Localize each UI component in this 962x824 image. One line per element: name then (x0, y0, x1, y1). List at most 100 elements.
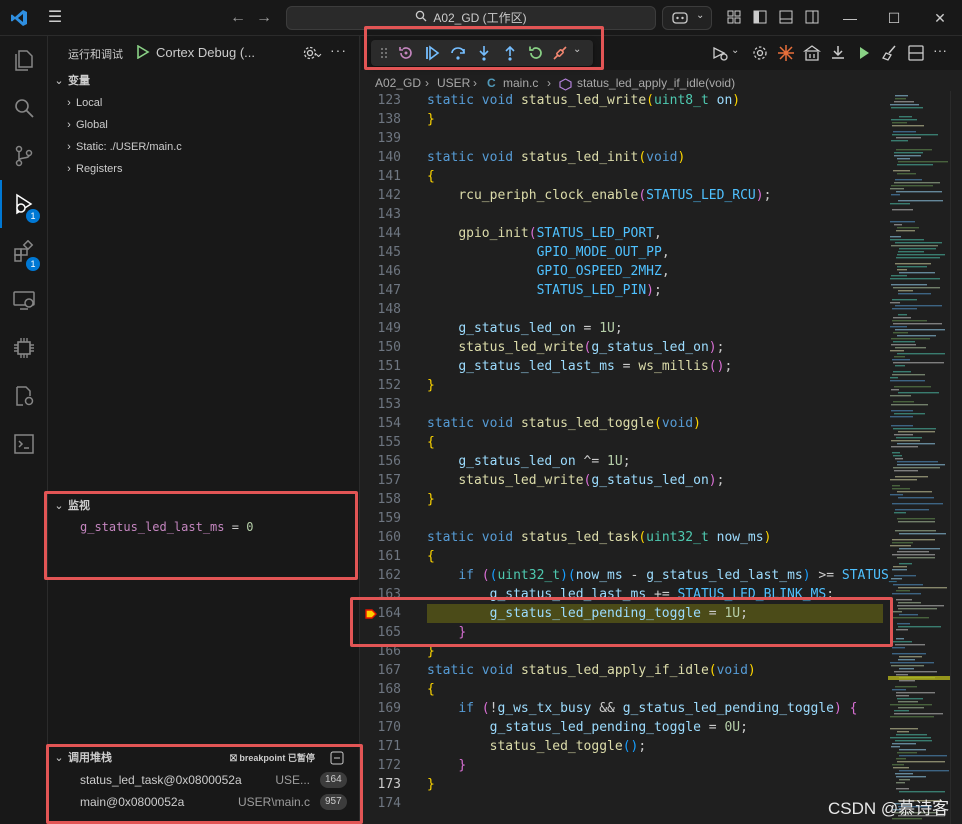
spark-icon[interactable] (777, 44, 795, 62)
chevron-down-icon[interactable]: ⌄ (731, 45, 739, 56)
step-out-icon[interactable] (501, 44, 519, 62)
launch-config-select[interactable]: Cortex Debug (... ⌄ (156, 42, 324, 64)
code-line[interactable]: 154 static void status_led_toggle(void) (361, 414, 881, 433)
code-line[interactable]: 162 if ((uint32_t)(now_ms - g_status_led… (361, 566, 897, 585)
code-line[interactable]: 151 g_status_led_last_ms = ws_millis(); (361, 357, 881, 376)
call-stack-section-header[interactable]: ⌄ 调用堆栈 ⛝ breakpoint 已暂停 (48, 747, 360, 769)
code-line[interactable]: 159 (361, 509, 881, 528)
stack-frame[interactable]: status_led_task@0x0800052a USE... 164 (48, 769, 360, 791)
code-editor[interactable]: 123 static void status_led_write(uint8_t … (361, 91, 897, 824)
debug-badge: 1 (26, 209, 40, 223)
code-line[interactable]: 150 status_led_write(g_status_led_on); (361, 338, 881, 357)
code-line[interactable]: 146 GPIO_OSPEED_2MHZ, (361, 262, 881, 281)
forward-arrow-icon[interactable]: → (254, 8, 274, 28)
extensions-badge: 1 (26, 257, 40, 271)
explorer-icon[interactable] (0, 36, 48, 84)
minimize-window-icon[interactable]: — (840, 8, 860, 28)
chip-peripheral-icon[interactable] (0, 324, 48, 372)
code-line[interactable]: 164 g_status_led_pending_toggle = 1U; (361, 604, 883, 623)
scope-registers[interactable]: › Registers (48, 158, 360, 180)
code-line[interactable]: 145 GPIO_MODE_OUT_PP, (361, 243, 881, 262)
scope-global[interactable]: › Global (48, 114, 360, 136)
minimap[interactable] (888, 91, 950, 824)
drag-handle-icon[interactable] (375, 44, 393, 62)
code-line[interactable]: 155 { (361, 433, 881, 452)
toggle-primary-sidebar-icon[interactable] (752, 9, 770, 27)
code-line[interactable]: 147 STATUS_LED_PIN); (361, 281, 881, 300)
sidebar-header: 运行和调试 Cortex Debug (... ⌄ ··· (48, 36, 360, 70)
split-editor-icon[interactable] (907, 44, 925, 62)
variables-section-header[interactable]: ⌄ 变量 (48, 70, 360, 92)
code-line[interactable]: 168 { (361, 680, 881, 699)
back-arrow-icon[interactable]: ← (228, 8, 248, 28)
code-line[interactable]: 169 if (!g_ws_tx_busy && g_status_led_pe… (361, 699, 881, 718)
scope-static[interactable]: › Static: ./USER/main.c (48, 136, 360, 158)
watch-section-header[interactable]: ⌄ 监视 (48, 495, 360, 517)
code-line[interactable]: 172 } (361, 756, 881, 775)
code-line[interactable]: 174 (361, 794, 881, 813)
code-line[interactable]: 156 g_status_led_on ^= 1U; (361, 452, 881, 471)
code-line[interactable]: 166} (361, 642, 881, 661)
code-line[interactable]: 141 { (361, 167, 881, 186)
reset-device-icon[interactable] (397, 44, 415, 62)
gear-icon[interactable] (302, 45, 318, 61)
settings-doc-icon[interactable] (0, 372, 48, 420)
hamburger-menu-icon[interactable]: ☰ (46, 9, 64, 27)
restart-icon[interactable] (527, 44, 545, 62)
customize-layout-icon[interactable] (726, 9, 744, 27)
code-line[interactable]: 148 (361, 300, 881, 319)
code-line[interactable]: 144 gpio_init(STATUS_LED_PORT, (361, 224, 881, 243)
launch-config-label: Cortex Debug (... (156, 45, 255, 60)
run-icon[interactable] (855, 44, 873, 62)
run-and-debug-icon[interactable]: 1 (0, 180, 48, 228)
code-line[interactable]: 149 g_status_led_on = 1U; (361, 319, 881, 338)
code-line[interactable]: 161 { (361, 547, 881, 566)
code-line[interactable]: 139 (361, 129, 881, 148)
code-line[interactable]: 153 (361, 395, 881, 414)
debug-hover-icon[interactable] (711, 44, 729, 62)
toggle-panel-icon[interactable] (778, 9, 796, 27)
code-line[interactable]: 142 rcu_periph_clock_enable(STATUS_LED_R… (361, 186, 881, 205)
more-actions-icon[interactable]: ··· (330, 42, 347, 58)
editor-scrollbar[interactable] (950, 91, 962, 824)
code-line[interactable]: 160 static void status_led_task(uint32_t … (361, 528, 881, 547)
continue-icon[interactable] (423, 44, 441, 62)
code-line[interactable]: 138} (361, 110, 881, 129)
build-icon[interactable] (802, 44, 822, 62)
maximize-window-icon[interactable]: ☐ (884, 8, 904, 28)
code-line[interactable]: 173} (361, 775, 881, 794)
step-over-icon[interactable] (449, 44, 467, 62)
watch-expression[interactable]: g_status_led_last_ms = 0 (80, 517, 253, 537)
terminal-icon[interactable] (0, 420, 48, 468)
remote-explorer-icon[interactable] (0, 276, 48, 324)
close-window-icon[interactable]: ✕ (930, 8, 950, 28)
code-line[interactable]: 163 g_status_led_last_ms += STATUS_LED_B… (361, 585, 881, 604)
toggle-secondary-sidebar-icon[interactable] (804, 9, 822, 27)
source-control-icon[interactable] (0, 132, 48, 180)
chevron-down-icon[interactable]: ⌄ (573, 44, 581, 55)
code-line[interactable]: 167 static void status_led_apply_if_idle(… (361, 661, 881, 680)
search-view-icon[interactable] (0, 84, 48, 132)
command-center-search[interactable]: A02_GD (工作区) (286, 6, 656, 30)
scope-local[interactable]: › Local (48, 92, 360, 114)
code-line[interactable]: 158} (361, 490, 881, 509)
code-line[interactable]: 152} (361, 376, 881, 395)
code-line[interactable]: 165 } (361, 623, 881, 642)
disconnect-icon[interactable] (551, 44, 569, 62)
gear-icon[interactable] (751, 44, 769, 62)
code-line[interactable]: 123 static void status_led_write(uint8_t … (361, 91, 881, 110)
code-line[interactable]: 157 status_led_write(g_status_led_on); (361, 471, 881, 490)
step-into-icon[interactable] (475, 44, 493, 62)
copilot-button[interactable]: ⌄ (662, 6, 712, 30)
start-debugging-icon[interactable] (136, 44, 150, 60)
more-actions-icon[interactable]: ··· (933, 42, 947, 58)
code-text: GPIO_OSPEED_2MHZ, (536, 264, 670, 279)
code-line[interactable]: 143 (361, 205, 881, 224)
extensions-icon[interactable]: 1 (0, 228, 48, 276)
code-line[interactable]: 171 status_led_toggle(); (361, 737, 881, 756)
stack-frame[interactable]: main@0x0800052a USER\main.c 957 (48, 791, 360, 813)
broom-icon[interactable] (881, 44, 899, 62)
code-line[interactable]: 170 g_status_led_pending_toggle = 0U; (361, 718, 881, 737)
download-icon[interactable] (829, 44, 847, 62)
code-line[interactable]: 140 static void status_led_init(void) (361, 148, 881, 167)
